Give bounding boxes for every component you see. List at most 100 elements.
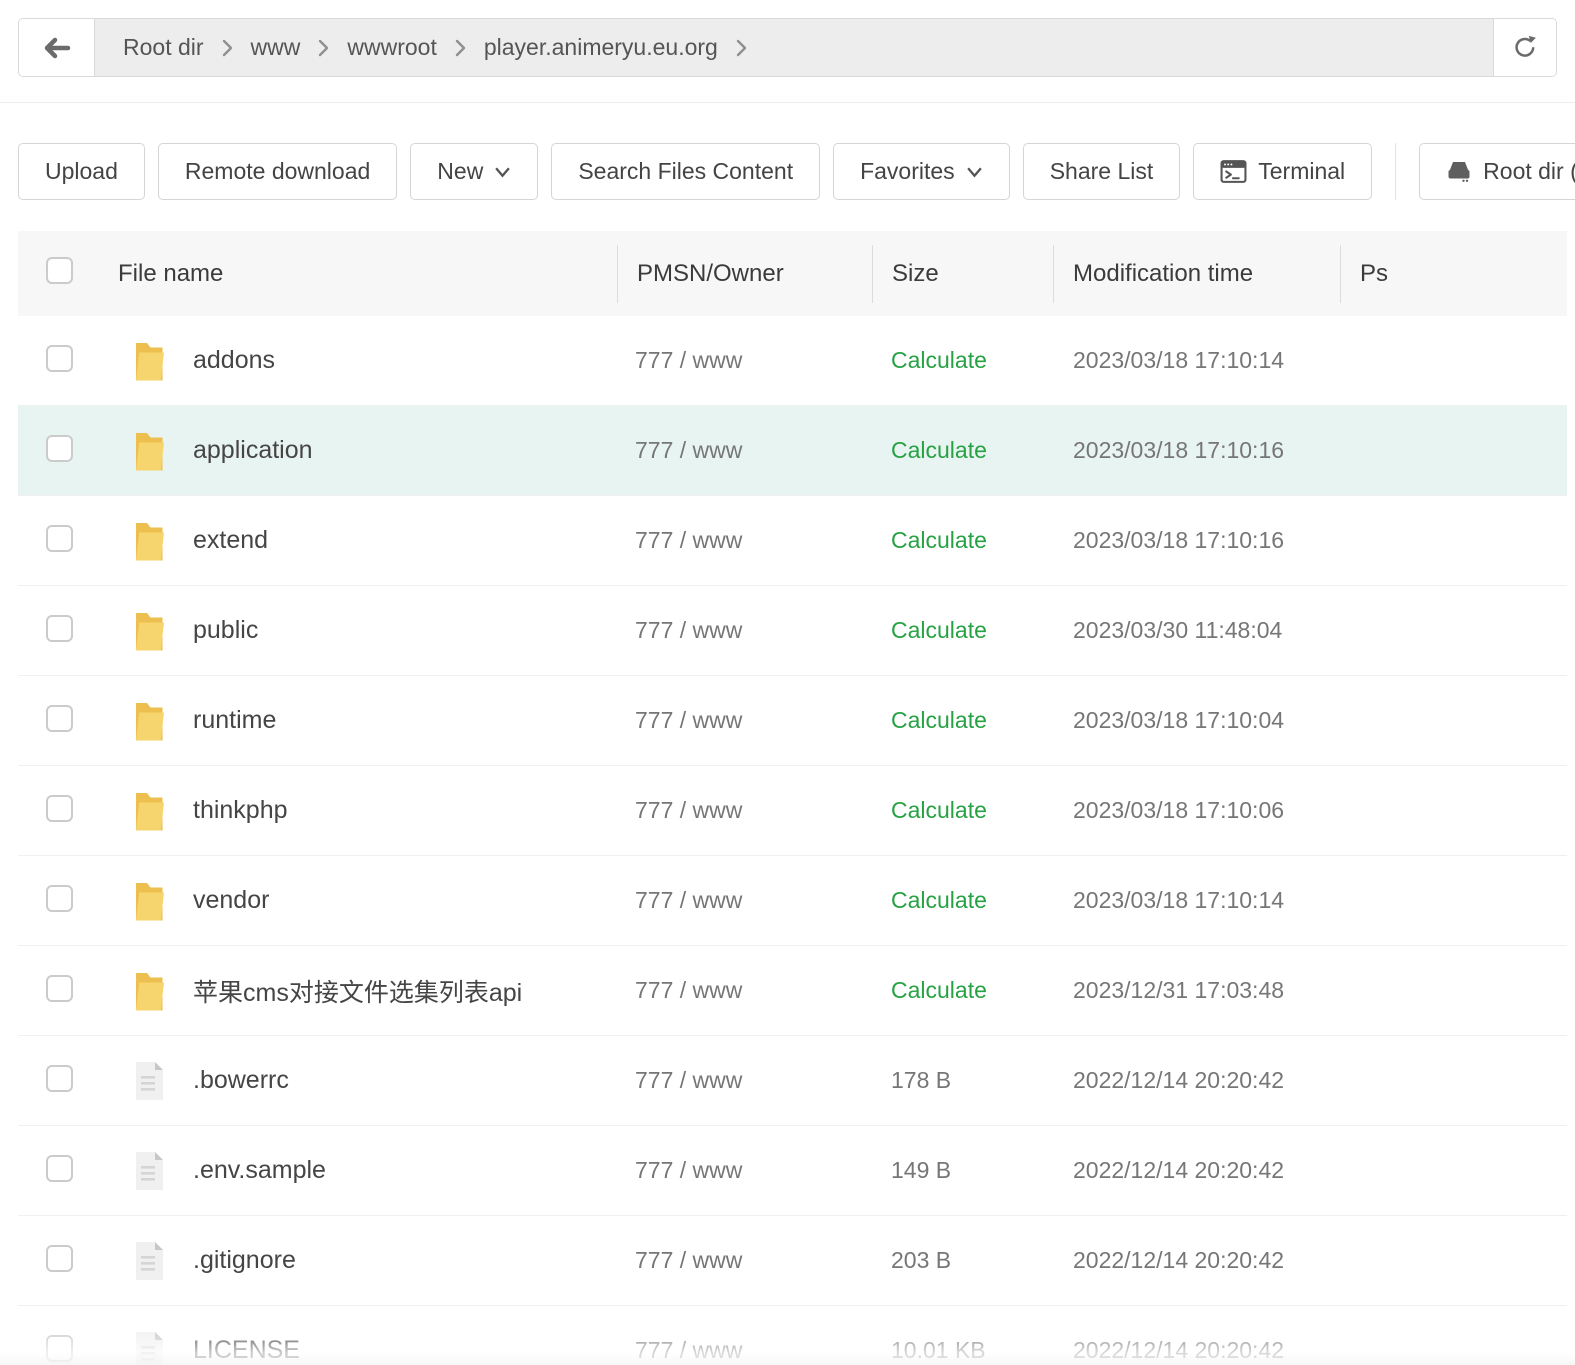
- row-checkbox[interactable]: [46, 615, 73, 642]
- row-checkbox[interactable]: [46, 1335, 73, 1362]
- terminal-button[interactable]: Terminal: [1193, 143, 1372, 200]
- pmsn-owner-value: 777 / www: [617, 617, 872, 644]
- table-row[interactable]: public 777 / www Calculate 2023/03/30 11…: [18, 586, 1567, 676]
- size-cell: Calculate: [872, 797, 1053, 824]
- pmsn-owner-value: 777 / www: [617, 437, 872, 464]
- pmsn-owner-value: 777 / www: [617, 977, 872, 1004]
- file-name-cell: thinkphp: [118, 789, 617, 833]
- calculate-link[interactable]: Calculate: [891, 527, 987, 553]
- back-button[interactable]: [19, 19, 95, 76]
- folder-icon: [129, 700, 169, 742]
- header-pmsn-owner: PMSN/Owner: [617, 260, 872, 288]
- breadcrumb-item[interactable]: player.animeryu.eu.org: [484, 34, 718, 61]
- file-name[interactable]: .env.sample: [193, 1156, 326, 1185]
- file-table: File name PMSN/Owner Size Modification t…: [18, 231, 1567, 1365]
- folder-icon: [129, 880, 169, 922]
- breadcrumb-item[interactable]: www: [251, 34, 301, 61]
- root-dir-button[interactable]: Root dir (1: [1419, 143, 1575, 200]
- pmsn-owner-value: 777 / www: [617, 527, 872, 554]
- modification-time-value: 2022/12/14 20:20:42: [1053, 1247, 1340, 1274]
- folder-icon: [129, 520, 169, 562]
- share-list-button[interactable]: Share List: [1023, 143, 1181, 200]
- breadcrumb-item[interactable]: Root dir: [123, 34, 204, 61]
- table-row[interactable]: application 777 / www Calculate 2023/03/…: [18, 406, 1567, 496]
- file-name[interactable]: .bowerrc: [193, 1066, 289, 1095]
- file-name[interactable]: runtime: [193, 706, 276, 735]
- calculate-link[interactable]: Calculate: [891, 347, 987, 373]
- row-checkbox[interactable]: [46, 1245, 73, 1272]
- table-row[interactable]: .gitignore 777 / www 203 B 2022/12/14 20…: [18, 1216, 1567, 1306]
- calculate-link[interactable]: Calculate: [891, 887, 987, 913]
- file-name-cell: public: [118, 609, 617, 653]
- terminal-icon: [1220, 158, 1247, 185]
- file-name-cell: .bowerrc: [118, 1059, 617, 1103]
- file-name[interactable]: thinkphp: [193, 796, 288, 825]
- file-name[interactable]: addons: [193, 346, 275, 375]
- calculate-link[interactable]: Calculate: [891, 617, 987, 643]
- calculate-link[interactable]: Calculate: [891, 977, 987, 1003]
- row-checkbox[interactable]: [46, 1155, 73, 1182]
- row-checkbox[interactable]: [46, 795, 73, 822]
- table-row[interactable]: thinkphp 777 / www Calculate 2023/03/18 …: [18, 766, 1567, 856]
- upload-label: Upload: [45, 158, 118, 185]
- file-name[interactable]: extend: [193, 526, 268, 555]
- file-name[interactable]: application: [193, 436, 313, 465]
- row-checkbox[interactable]: [46, 345, 73, 372]
- header-ps: Ps: [1340, 260, 1567, 288]
- table-row[interactable]: extend 777 / www Calculate 2023/03/18 17…: [18, 496, 1567, 586]
- size-cell: Calculate: [872, 437, 1053, 464]
- modification-time-value: 2023/03/18 17:10:14: [1053, 347, 1340, 374]
- file-name-cell: application: [118, 429, 617, 473]
- file-name[interactable]: public: [193, 616, 258, 645]
- file-name-cell: 苹果cms对接文件选集列表api: [118, 969, 617, 1013]
- table-row[interactable]: addons 777 / www Calculate 2023/03/18 17…: [18, 316, 1567, 406]
- file-name[interactable]: vendor: [193, 886, 269, 915]
- row-checkbox[interactable]: [46, 975, 73, 1002]
- row-checkbox[interactable]: [46, 525, 73, 552]
- file-name[interactable]: .gitignore: [193, 1246, 296, 1275]
- table-row[interactable]: vendor 777 / www Calculate 2023/03/18 17…: [18, 856, 1567, 946]
- folder-icon: [129, 610, 169, 652]
- favorites-button[interactable]: Favorites: [833, 143, 1010, 200]
- modification-time-value: 2023/03/30 11:48:04: [1053, 617, 1340, 644]
- table-row[interactable]: runtime 777 / www Calculate 2023/03/18 1…: [18, 676, 1567, 766]
- row-checkbox-cell: [18, 885, 118, 917]
- row-checkbox-cell: [18, 435, 118, 467]
- table-row[interactable]: .bowerrc 777 / www 178 B 2022/12/14 20:2…: [18, 1036, 1567, 1126]
- file-name[interactable]: 苹果cms对接文件选集列表api: [193, 973, 522, 1009]
- calculate-link[interactable]: Calculate: [891, 707, 987, 733]
- row-checkbox-cell: [18, 795, 118, 827]
- new-button[interactable]: New: [410, 143, 538, 200]
- row-checkbox[interactable]: [46, 705, 73, 732]
- size-cell: 149 B: [872, 1157, 1053, 1184]
- modification-time-value: 2022/12/14 20:20:42: [1053, 1157, 1340, 1184]
- refresh-button[interactable]: [1493, 19, 1556, 76]
- header-modification-time: Modification time: [1053, 260, 1340, 288]
- calculate-link[interactable]: Calculate: [891, 797, 987, 823]
- toolbar: Upload Remote download New Search Files …: [18, 143, 1575, 200]
- upload-button[interactable]: Upload: [18, 143, 145, 200]
- row-checkbox[interactable]: [46, 435, 73, 462]
- remote-download-label: Remote download: [185, 158, 370, 185]
- breadcrumb-item[interactable]: wwwroot: [347, 34, 436, 61]
- file-name-cell: .gitignore: [118, 1239, 617, 1283]
- select-all-checkbox[interactable]: [46, 257, 73, 284]
- file-name-cell: LICENSE: [118, 1329, 617, 1365]
- table-row[interactable]: .env.sample 777 / www 149 B 2022/12/14 2…: [18, 1126, 1567, 1216]
- file-name-cell: runtime: [118, 699, 617, 743]
- row-checkbox-cell: [18, 345, 118, 377]
- file-icon: [133, 1061, 165, 1101]
- file-name[interactable]: LICENSE: [193, 1336, 300, 1365]
- table-row[interactable]: 苹果cms对接文件选集列表api 777 / www Calculate 202…: [18, 946, 1567, 1036]
- search-files-content-button[interactable]: Search Files Content: [551, 143, 820, 200]
- size-value: 10.01 KB: [891, 1337, 986, 1363]
- size-cell: Calculate: [872, 977, 1053, 1004]
- row-checkbox-cell: [18, 525, 118, 557]
- remote-download-button[interactable]: Remote download: [158, 143, 397, 200]
- row-checkbox[interactable]: [46, 1065, 73, 1092]
- header-size: Size: [872, 260, 1053, 288]
- calculate-link[interactable]: Calculate: [891, 437, 987, 463]
- row-checkbox[interactable]: [46, 885, 73, 912]
- pmsn-owner-value: 777 / www: [617, 887, 872, 914]
- table-row[interactable]: LICENSE 777 / www 10.01 KB 2022/12/14 20…: [18, 1306, 1567, 1365]
